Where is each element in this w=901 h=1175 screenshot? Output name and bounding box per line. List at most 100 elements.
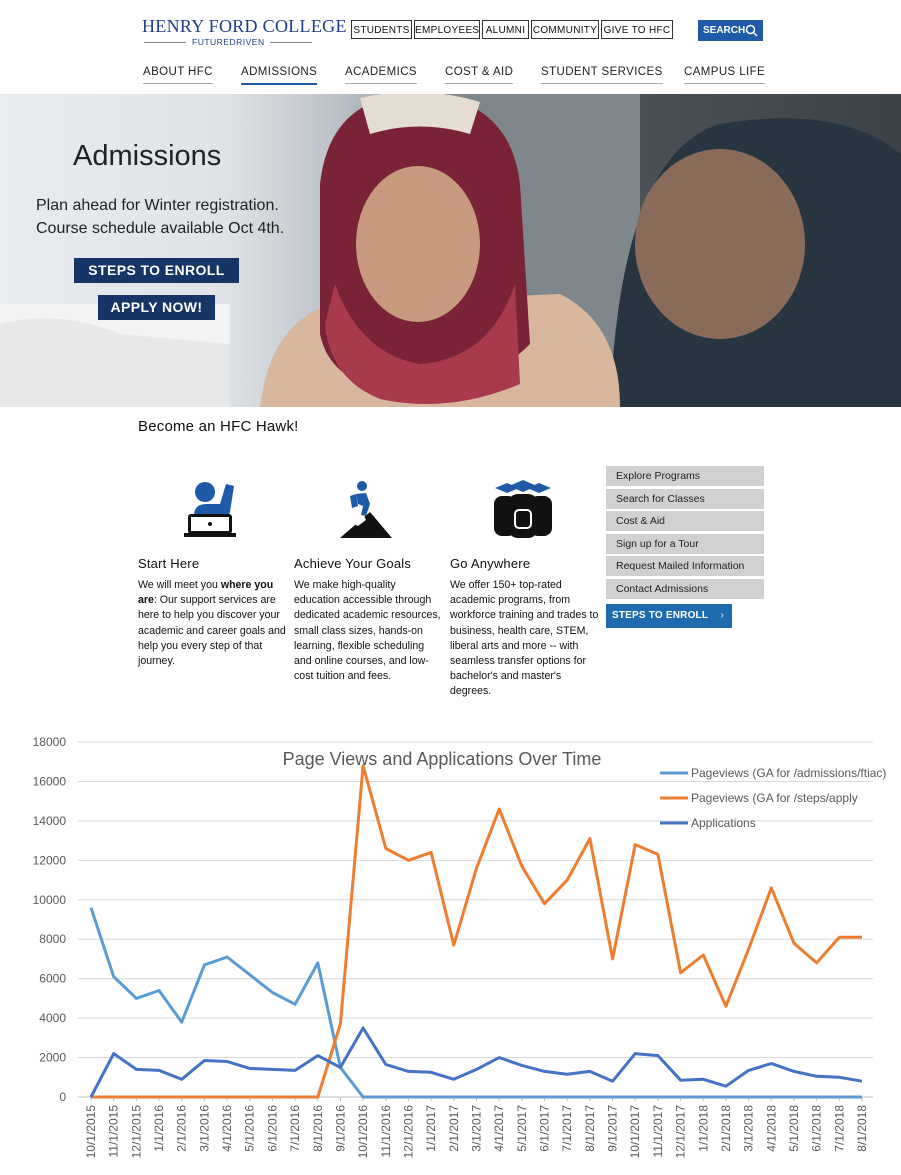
steps-to-enroll-small-label: STEPS TO ENROLL bbox=[612, 610, 709, 621]
y-tick-label: 6000 bbox=[39, 972, 66, 986]
y-tick-label: 4000 bbox=[39, 1011, 66, 1025]
x-tick-label: 6/1/2018 bbox=[810, 1105, 824, 1152]
y-tick-label: 10000 bbox=[33, 893, 67, 907]
x-tick-label: 2/1/2018 bbox=[719, 1105, 733, 1152]
quick-link-tour[interactable]: Sign up for a Tour bbox=[606, 533, 764, 554]
y-tick-label: 8000 bbox=[39, 932, 66, 946]
quick-link-search-classes[interactable]: Search for Classes bbox=[606, 488, 764, 509]
utility-link-give[interactable]: GIVE TO HFC bbox=[601, 20, 673, 39]
nav-student-services[interactable]: STUDENT SERVICES bbox=[541, 66, 663, 84]
x-tick-label: 11/1/2016 bbox=[379, 1105, 393, 1158]
quick-link-mailed-info[interactable]: Request Mailed Information bbox=[606, 556, 764, 576]
x-tick-label: 1/1/2017 bbox=[424, 1105, 438, 1152]
hero-title: Admissions bbox=[73, 140, 222, 172]
steps-to-enroll-small-button[interactable]: STEPS TO ENROLL › bbox=[606, 604, 732, 628]
search-button[interactable]: SEARCH bbox=[698, 20, 763, 41]
nav-campus-life-label: CAMPUS LIFE bbox=[684, 66, 766, 78]
quick-link-explore-programs[interactable]: Explore Programs bbox=[606, 466, 764, 486]
section-title: Become an HFC Hawk! bbox=[138, 418, 299, 435]
nav-student-services-label: STUDENT SERVICES bbox=[541, 66, 663, 78]
x-tick-label: 7/1/2018 bbox=[832, 1105, 846, 1152]
legend-label: Applications bbox=[691, 816, 756, 830]
utility-link-community[interactable]: COMMUNITY bbox=[531, 20, 599, 39]
x-tick-label: 3/1/2017 bbox=[470, 1105, 484, 1152]
x-tick-label: 4/1/2018 bbox=[764, 1105, 778, 1152]
x-tick-label: 11/1/2017 bbox=[651, 1105, 665, 1158]
steps-to-enroll-button[interactable]: STEPS TO ENROLL bbox=[74, 258, 239, 283]
legend-label: Pageviews (GA for /admissions/ftiac) bbox=[691, 766, 886, 780]
go-anywhere-body: We offer 150+ top-rated academic program… bbox=[450, 579, 599, 698]
x-tick-label: 11/1/2015 bbox=[107, 1105, 121, 1158]
x-tick-label: 2/1/2016 bbox=[175, 1105, 189, 1152]
x-tick-label: 12/1/2015 bbox=[129, 1105, 143, 1159]
y-tick-label: 14000 bbox=[33, 814, 67, 828]
x-tick-label: 2/1/2017 bbox=[447, 1105, 461, 1152]
logo-tagline: FUTUREDRIVEN bbox=[192, 37, 265, 47]
raised-hand-laptop-icon bbox=[184, 482, 236, 537]
achieve-goals-heading: Achieve Your Goals bbox=[294, 556, 412, 571]
x-tick-label: 9/1/2016 bbox=[333, 1105, 347, 1152]
start-here-body-post: : Our support services are here to help … bbox=[138, 594, 286, 668]
x-tick-label: 1/1/2016 bbox=[152, 1105, 166, 1152]
nav-about-label: ABOUT HFC bbox=[143, 66, 213, 78]
x-tick-label: 8/1/2017 bbox=[583, 1105, 597, 1152]
hfc-logo[interactable]: HENRY FORD COLLEGE FUTUREDRIVEN bbox=[142, 16, 347, 48]
logo-name: HENRY FORD COLLEGE bbox=[142, 16, 347, 36]
site-header: HENRY FORD COLLEGE FUTUREDRIVEN STUDENTS… bbox=[0, 0, 901, 94]
tagline-rule-left bbox=[144, 42, 186, 43]
chevron-right-icon: › bbox=[720, 610, 724, 621]
tagline-rule-right bbox=[270, 42, 312, 43]
x-tick-label: 4/1/2016 bbox=[220, 1105, 234, 1152]
hero-subtitle: Plan ahead for Winter registration. Cour… bbox=[36, 194, 326, 240]
nav-academics[interactable]: ACADEMICS bbox=[345, 66, 417, 84]
search-label: SEARCH bbox=[703, 25, 746, 36]
y-tick-label: 0 bbox=[59, 1090, 66, 1104]
start-here-body: We will meet you where you are: Our supp… bbox=[138, 578, 288, 669]
hero-banner: Admissions Plan ahead for Winter registr… bbox=[0, 94, 901, 407]
y-tick-label: 12000 bbox=[33, 853, 67, 867]
nav-cost-aid[interactable]: COST & AID bbox=[445, 66, 514, 84]
line-chart: 0 2000 4000 6000 8000 10000 12000 14000 16000 180… bbox=[33, 735, 887, 1159]
y-tick-label: 16000 bbox=[33, 774, 67, 788]
x-tick-label: 7/1/2016 bbox=[288, 1105, 302, 1152]
x-tick-label: 4/1/2017 bbox=[492, 1105, 506, 1152]
go-anywhere-heading: Go Anywhere bbox=[450, 556, 531, 571]
chart-title: Page Views and Applications Over Time bbox=[283, 749, 602, 769]
x-tick-label: 10/1/2015 bbox=[84, 1105, 98, 1159]
logo-tagline-row: FUTUREDRIVEN bbox=[142, 37, 320, 47]
hero-subtitle-line1: Plan ahead for Winter registration. bbox=[36, 197, 279, 214]
hero-subtitle-line2: Course schedule available Oct 4th. bbox=[36, 220, 285, 237]
x-tick-label: 3/1/2018 bbox=[742, 1105, 756, 1152]
apply-now-button[interactable]: APPLY NOW! bbox=[98, 295, 215, 320]
x-tick-label: 1/1/2018 bbox=[696, 1105, 710, 1152]
hiker-climbing-icon bbox=[340, 481, 392, 538]
nav-campus-life[interactable]: CAMPUS LIFE bbox=[684, 66, 766, 84]
x-tick-label: 12/1/2016 bbox=[401, 1105, 415, 1159]
x-tick-label: 5/1/2016 bbox=[243, 1105, 257, 1152]
utility-link-alumni[interactable]: ALUMNI bbox=[482, 20, 529, 39]
achieve-goals-body: We make high-quality education accessibl… bbox=[294, 579, 441, 683]
x-tick-label: 9/1/2017 bbox=[606, 1105, 620, 1152]
nav-admissions[interactable]: ADMISSIONS bbox=[241, 66, 318, 85]
x-tick-label: 8/1/2016 bbox=[311, 1105, 325, 1152]
nav-about[interactable]: ABOUT HFC bbox=[143, 66, 213, 84]
quick-link-cost-aid[interactable]: Cost & Aid bbox=[606, 511, 764, 531]
chart-area: 0 2000 4000 6000 8000 10000 12000 14000 16000 180… bbox=[0, 726, 901, 1170]
nav-admissions-label: ADMISSIONS bbox=[241, 66, 318, 78]
utility-link-students[interactable]: STUDENTS bbox=[351, 20, 412, 39]
x-tick-label: 10/1/2016 bbox=[356, 1105, 370, 1159]
legend-label: Pageviews (GA for /steps/apply bbox=[691, 791, 858, 805]
start-here-heading: Start Here bbox=[138, 556, 200, 571]
x-tick-label: 6/1/2017 bbox=[538, 1105, 552, 1152]
x-tick-label: 10/1/2017 bbox=[628, 1105, 642, 1159]
x-tick-label: 12/1/2017 bbox=[674, 1105, 688, 1159]
x-tick-label: 5/1/2018 bbox=[787, 1105, 801, 1152]
y-tick-label: 18000 bbox=[33, 735, 67, 749]
quick-link-contact[interactable]: Contact Admissions bbox=[606, 578, 764, 599]
quick-links: Explore Programs Search for Classes Cost… bbox=[606, 466, 764, 601]
graduates-icon bbox=[494, 480, 552, 538]
nav-cost-aid-label: COST & AID bbox=[445, 66, 514, 78]
x-tick-label: 6/1/2016 bbox=[265, 1105, 279, 1152]
start-here-body-pre: We will meet you bbox=[138, 579, 221, 591]
utility-link-employees[interactable]: EMPLOYEES bbox=[414, 20, 480, 39]
